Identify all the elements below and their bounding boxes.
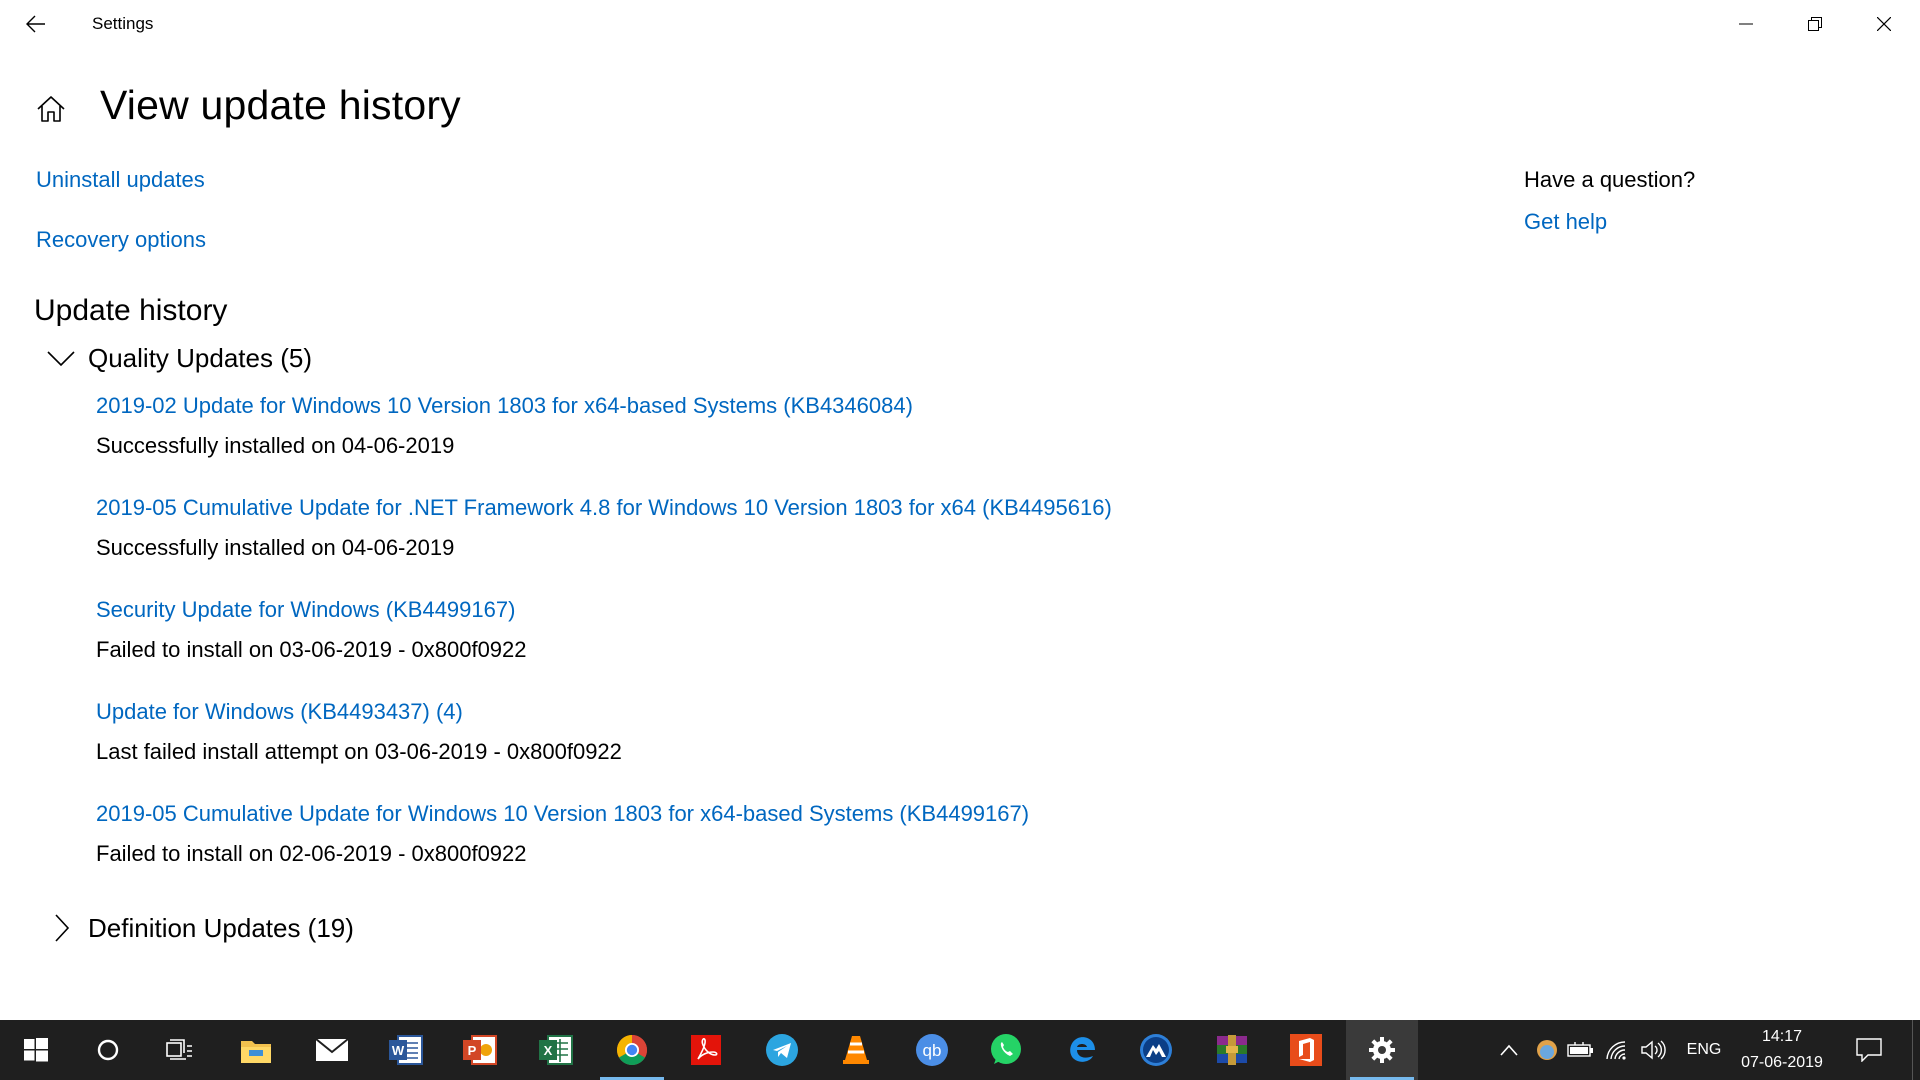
mail-icon xyxy=(315,1038,349,1061)
network-button[interactable] xyxy=(1600,1020,1634,1080)
winrar-icon xyxy=(1217,1035,1247,1065)
volume-button[interactable] xyxy=(1636,1020,1670,1080)
edge-icon xyxy=(1070,1037,1095,1062)
task-view-button[interactable] xyxy=(144,1020,216,1080)
battery-icon xyxy=(1567,1042,1593,1057)
update-title-link[interactable]: Security Update for Windows (KB4499167) xyxy=(96,597,527,623)
update-item: Update for Windows (KB4493437) (4) Last … xyxy=(96,699,622,765)
get-help-link[interactable]: Get help xyxy=(1524,209,1607,235)
start-icon xyxy=(24,1038,48,1062)
vpn-button[interactable] xyxy=(1120,1020,1192,1080)
definition-updates-toggle[interactable]: Definition Updates (19) xyxy=(46,908,354,948)
chrome-button[interactable] xyxy=(596,1020,668,1080)
tray-app-button[interactable] xyxy=(1530,1020,1564,1080)
start-button[interactable] xyxy=(0,1020,72,1080)
excel-icon: X xyxy=(539,1035,573,1065)
window-title: Settings xyxy=(92,14,154,33)
office-button[interactable] xyxy=(1270,1020,1342,1080)
clock-date: 07-06-2019 xyxy=(1741,1054,1823,1071)
definition-updates-label: Definition Updates (19) xyxy=(88,912,354,943)
file-explorer-icon xyxy=(241,1041,271,1063)
volume-icon xyxy=(1641,1040,1666,1060)
update-title-link[interactable]: Update for Windows (KB4493437) (4) xyxy=(96,699,622,725)
minimize-button[interactable] xyxy=(1712,0,1780,48)
restore-icon xyxy=(1808,17,1822,31)
cortana-icon xyxy=(97,1039,119,1061)
vlc-button[interactable] xyxy=(820,1020,892,1080)
powerpoint-button[interactable]: P xyxy=(444,1020,516,1080)
quality-updates-toggle[interactable]: Quality Updates (5) xyxy=(46,338,312,378)
qbittorrent-button[interactable]: qb xyxy=(896,1020,968,1080)
update-item: 2019-02 Update for Windows 10 Version 18… xyxy=(96,393,913,459)
chevron-up-icon xyxy=(1500,1044,1518,1056)
svg-text:W: W xyxy=(392,1043,405,1058)
settings-icon xyxy=(1369,1037,1395,1063)
notification-icon xyxy=(1856,1038,1882,1062)
svg-text:P: P xyxy=(468,1043,477,1058)
show-desktop-button[interactable] xyxy=(1912,1020,1920,1080)
weather-app-icon xyxy=(1537,1040,1557,1060)
clock[interactable]: 14:17 07-06-2019 xyxy=(1732,1020,1832,1080)
qbittorrent-icon: qb xyxy=(916,1034,948,1066)
update-item: 2019-05 Cumulative Update for .NET Frame… xyxy=(96,495,1112,561)
telegram-button[interactable] xyxy=(746,1020,818,1080)
uninstall-updates-link[interactable]: Uninstall updates xyxy=(36,167,205,193)
clock-time: 14:17 xyxy=(1761,1028,1803,1045)
powerpoint-icon: P xyxy=(463,1035,497,1065)
chevron-down-icon xyxy=(46,343,76,373)
word-icon: W xyxy=(389,1035,423,1065)
action-center-button[interactable] xyxy=(1838,1020,1900,1080)
update-title-link[interactable]: 2019-05 Cumulative Update for Windows 10… xyxy=(96,801,1029,827)
task-view-icon xyxy=(166,1039,192,1060)
input-language-indicator[interactable]: ENG xyxy=(1682,1020,1726,1080)
file-explorer-button[interactable] xyxy=(220,1020,292,1080)
update-title-link[interactable]: 2019-02 Update for Windows 10 Version 18… xyxy=(96,393,913,419)
wifi-icon xyxy=(1606,1041,1626,1060)
vlc-icon xyxy=(843,1036,869,1064)
word-button[interactable]: W xyxy=(370,1020,442,1080)
vpn-icon xyxy=(1140,1034,1172,1066)
update-item: 2019-05 Cumulative Update for Windows 10… xyxy=(96,801,1029,867)
update-status: Failed to install on 03-06-2019 - 0x800f… xyxy=(96,637,527,662)
acrobat-icon xyxy=(691,1035,721,1065)
update-status: Successfully installed on 04-06-2019 xyxy=(96,433,455,458)
back-button[interactable] xyxy=(14,6,58,42)
update-status: Last failed install attempt on 03-06-201… xyxy=(96,739,622,764)
cortana-button[interactable] xyxy=(72,1020,144,1080)
page-title: View update history xyxy=(100,82,461,128)
quality-updates-label: Quality Updates (5) xyxy=(88,342,312,373)
svg-text:X: X xyxy=(544,1043,553,1058)
update-status: Failed to install on 02-06-2019 - 0x800f… xyxy=(96,841,527,866)
winrar-button[interactable] xyxy=(1196,1020,1268,1080)
update-status: Successfully installed on 04-06-2019 xyxy=(96,535,455,560)
update-item: Security Update for Windows (KB4499167) … xyxy=(96,597,527,663)
edge-button[interactable] xyxy=(1046,1020,1118,1080)
chevron-right-icon xyxy=(46,913,76,943)
svg-text:qb: qb xyxy=(923,1041,942,1060)
minimize-icon xyxy=(1739,23,1753,25)
close-button[interactable] xyxy=(1850,0,1918,48)
update-history-title: Update history xyxy=(34,294,228,327)
back-arrow-icon xyxy=(26,15,45,33)
title-bar: Settings xyxy=(0,0,1920,48)
settings-button[interactable] xyxy=(1346,1020,1418,1080)
update-title-link[interactable]: 2019-05 Cumulative Update for .NET Frame… xyxy=(96,495,1112,521)
taskbar: W P X qb ENG 14:17 07-06-2019 xyxy=(0,1020,1920,1080)
home-icon[interactable] xyxy=(34,92,68,126)
help-heading: Have a question? xyxy=(1524,167,1696,192)
excel-button[interactable]: X xyxy=(520,1020,592,1080)
chrome-icon xyxy=(616,1035,648,1066)
battery-button[interactable] xyxy=(1564,1020,1598,1080)
office-icon xyxy=(1290,1034,1322,1066)
close-icon xyxy=(1877,17,1891,31)
restore-button[interactable] xyxy=(1781,0,1849,48)
whatsapp-icon xyxy=(991,1034,1021,1064)
telegram-icon xyxy=(766,1034,798,1066)
recovery-options-link[interactable]: Recovery options xyxy=(36,227,206,253)
acrobat-button[interactable] xyxy=(670,1020,742,1080)
mail-button[interactable] xyxy=(296,1020,368,1080)
show-hidden-icons-button[interactable] xyxy=(1492,1020,1526,1080)
whatsapp-button[interactable] xyxy=(970,1020,1042,1080)
